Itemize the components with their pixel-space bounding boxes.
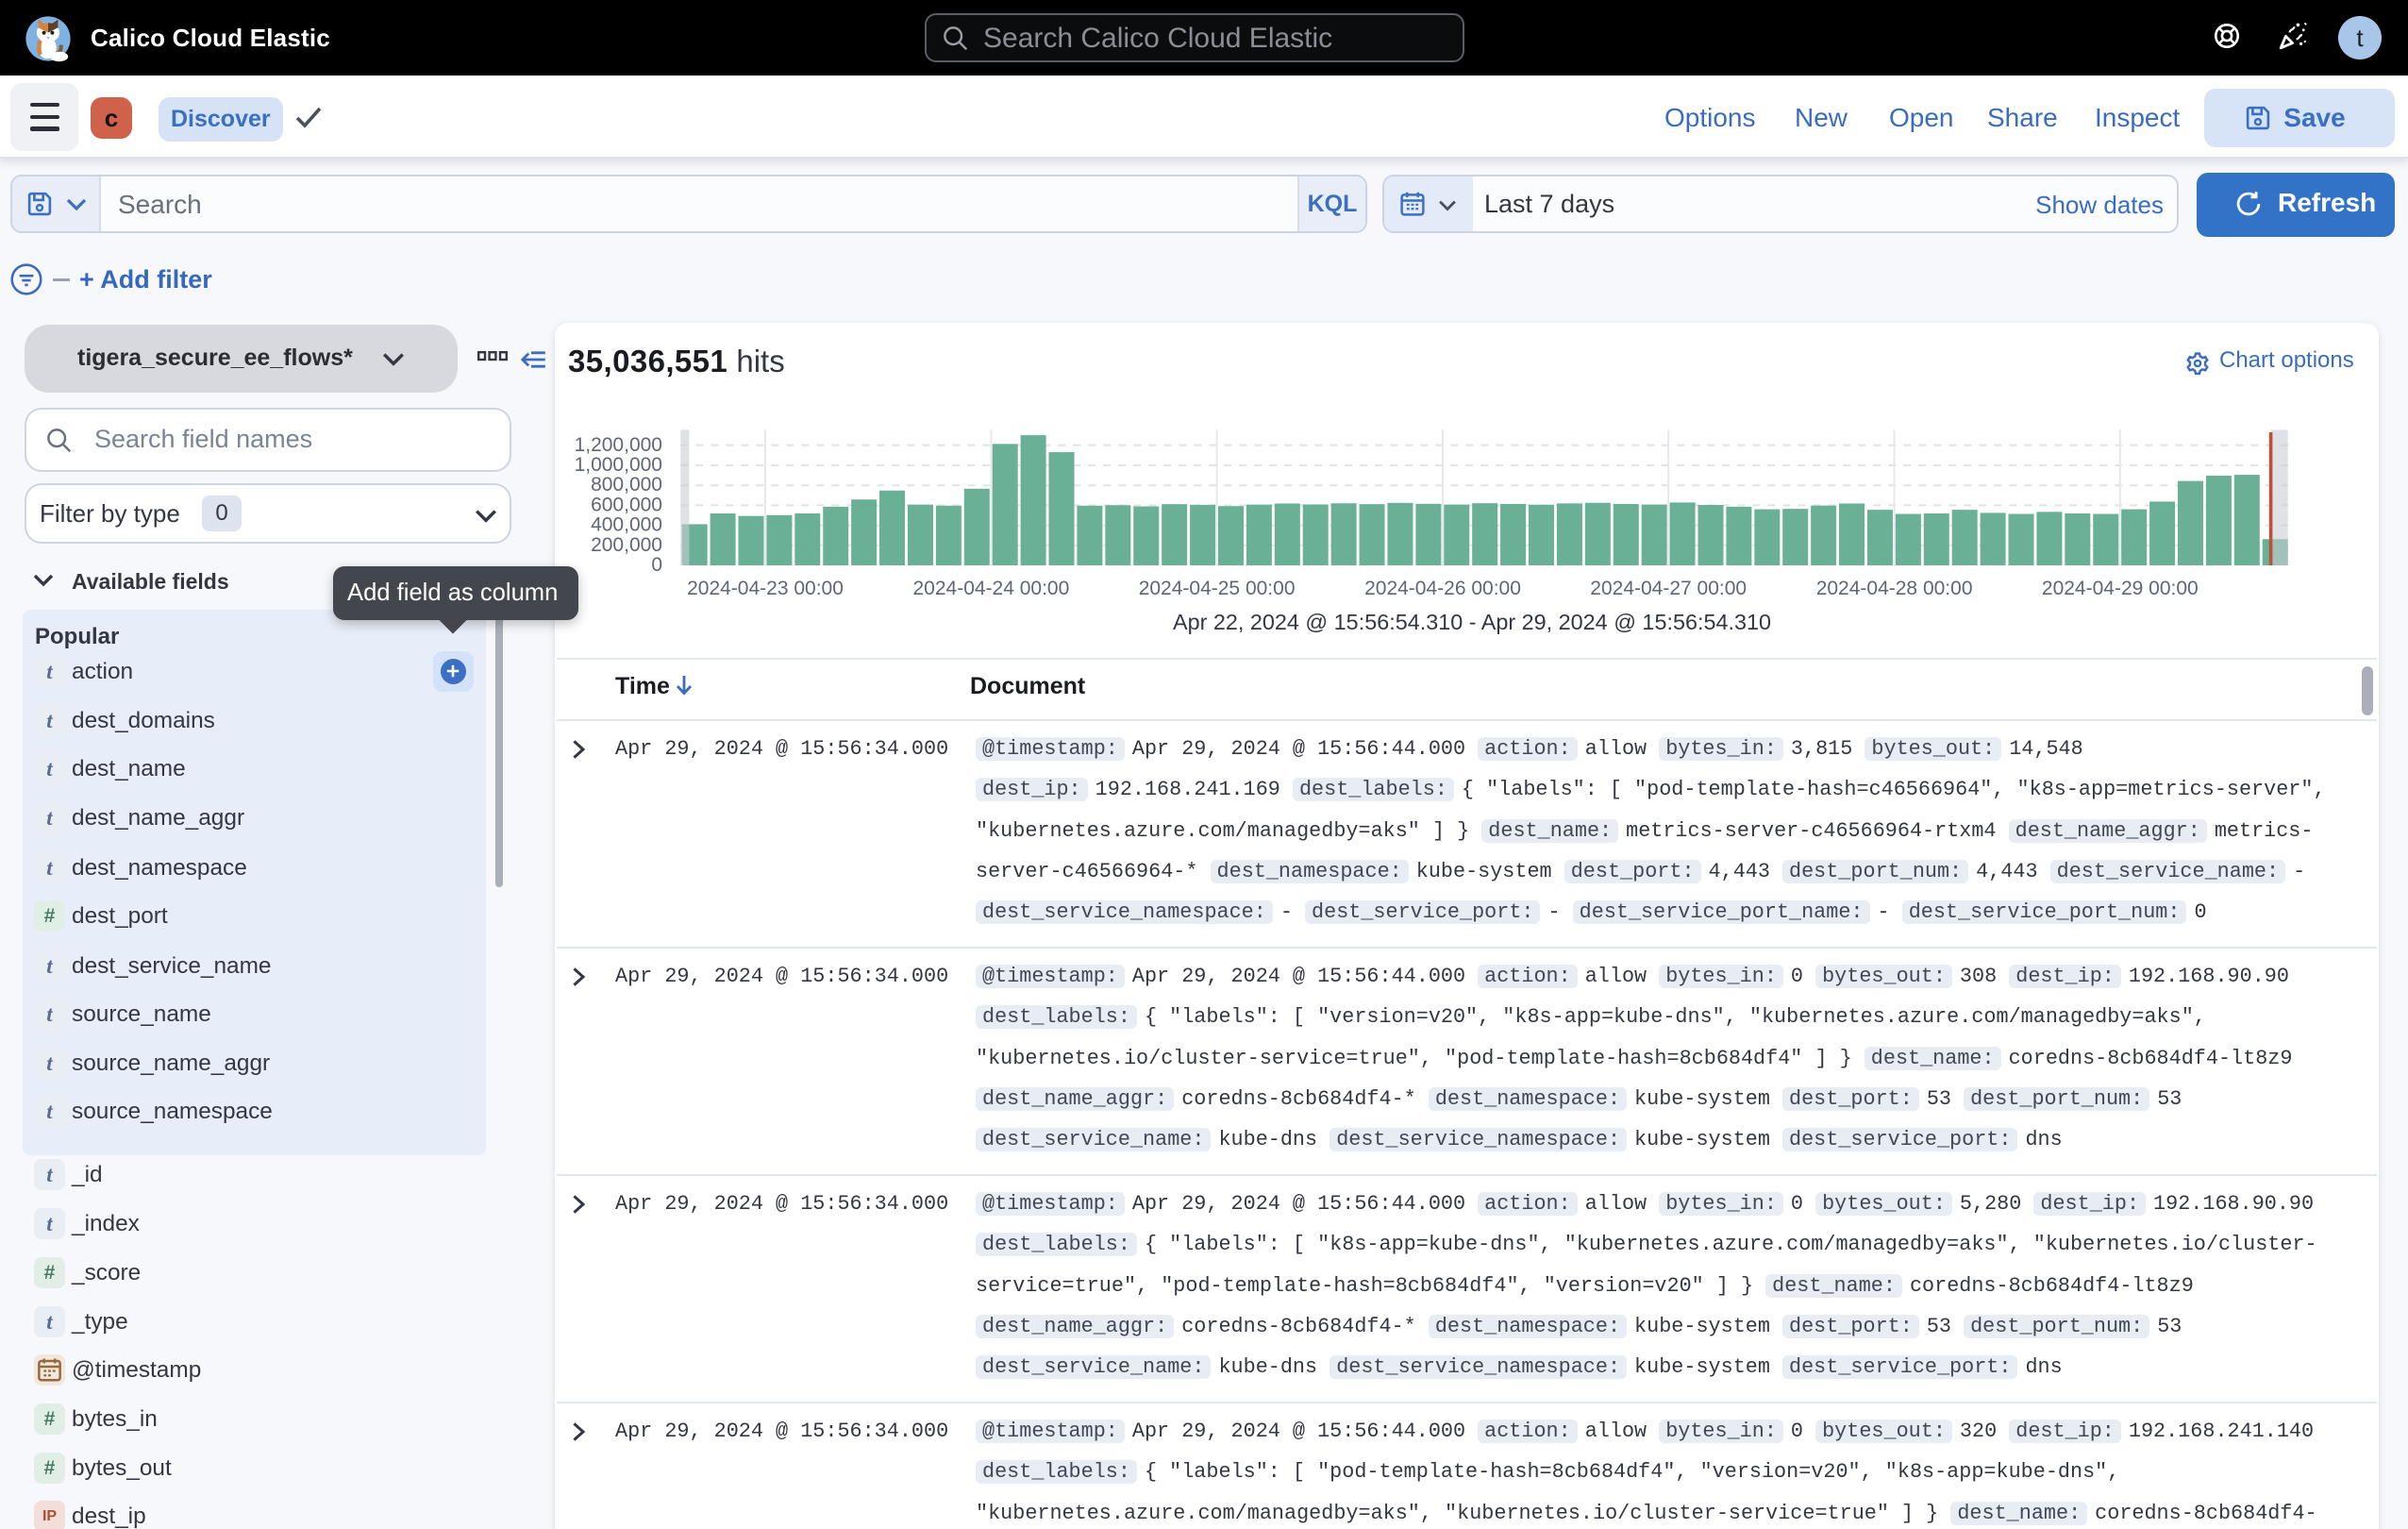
svg-text:800,000: 800,000 xyxy=(591,474,662,496)
svg-text:2024-04-24 00:00: 2024-04-24 00:00 xyxy=(912,578,1069,599)
svg-text:2024-04-25 00:00: 2024-04-25 00:00 xyxy=(1139,578,1296,599)
svg-text:2024-04-28 00:00: 2024-04-28 00:00 xyxy=(1816,578,1973,599)
svg-text:2024-04-23 00:00: 2024-04-23 00:00 xyxy=(687,578,844,599)
svg-text:2024-04-29 00:00: 2024-04-29 00:00 xyxy=(2042,578,2199,599)
svg-text:2024-04-26 00:00: 2024-04-26 00:00 xyxy=(1364,578,1521,599)
svg-text:200,000: 200,000 xyxy=(591,534,662,556)
svg-text:600,000: 600,000 xyxy=(591,494,662,515)
svg-text:0: 0 xyxy=(651,554,662,576)
svg-text:400,000: 400,000 xyxy=(591,514,662,536)
svg-text:2024-04-27 00:00: 2024-04-27 00:00 xyxy=(1590,578,1747,599)
svg-text:1,200,000: 1,200,000 xyxy=(575,434,662,456)
svg-text:1,000,000: 1,000,000 xyxy=(575,454,662,476)
